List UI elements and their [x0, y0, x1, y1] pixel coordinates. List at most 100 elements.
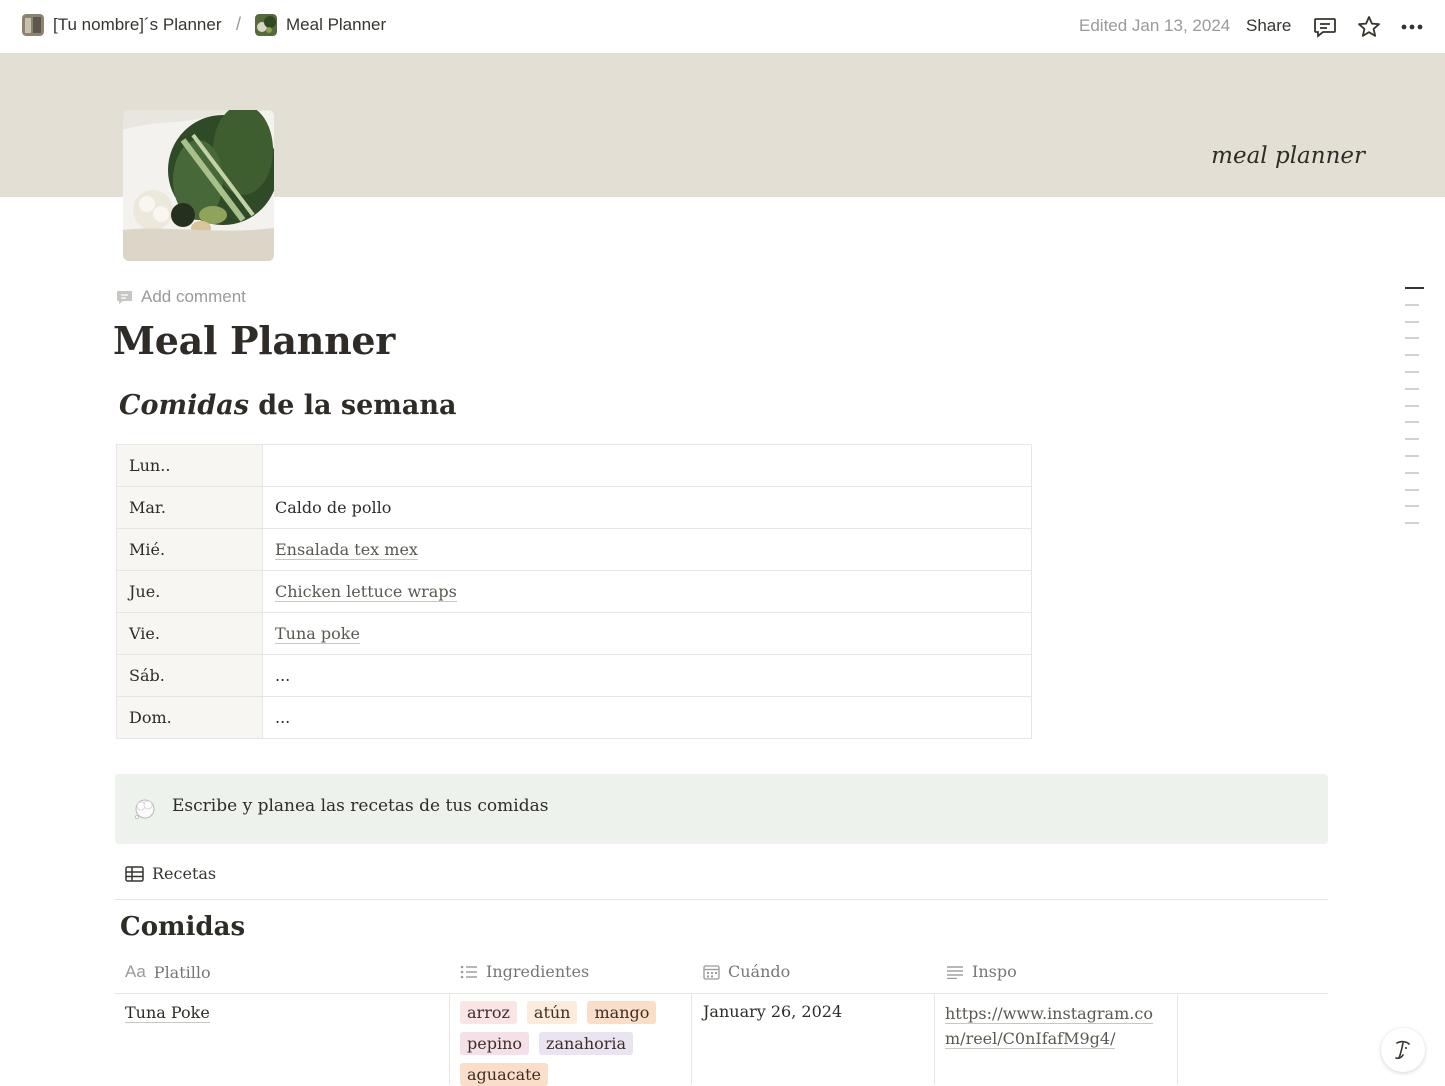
meal-link[interactable]: Chicken lettuce wraps — [275, 582, 457, 602]
ingredient-tag: atún — [526, 1001, 578, 1024]
page-title[interactable]: Meal Planner — [113, 318, 395, 363]
table-row: Mar. Caldo de pollo — [116, 486, 1032, 529]
outline-marker[interactable] — [1405, 522, 1419, 525]
table-row: Jue. Chicken lettuce wraps — [116, 570, 1032, 613]
meal-link[interactable]: Ensalada tex mex — [275, 540, 418, 560]
workspace-thumbnail-icon — [22, 14, 44, 36]
breadcrumb-current[interactable]: Meal Planner — [255, 14, 386, 36]
table-row: Dom. ... — [116, 696, 1032, 739]
outline-marker[interactable] — [1405, 303, 1419, 306]
database-title[interactable]: Comidas — [120, 912, 245, 942]
veggie-thumbnail-icon — [255, 14, 277, 36]
meal-cell[interactable]: Tuna poke — [262, 612, 1032, 655]
outline-marker[interactable] — [1405, 354, 1419, 357]
topbar: [Tu nombre]´s Planner / Meal Planner Edi… — [0, 0, 1445, 53]
column-divider — [1177, 994, 1178, 1085]
ai-face-icon — [1395, 1040, 1410, 1060]
table-row: Lun.. — [116, 444, 1032, 487]
outline-marker[interactable] — [1405, 287, 1424, 289]
ingredient-tag: zanahoria — [539, 1032, 634, 1055]
more-icon[interactable] — [1399, 14, 1425, 40]
star-icon[interactable] — [1356, 14, 1382, 40]
meal-cell[interactable] — [262, 444, 1032, 487]
table-view-icon — [125, 865, 144, 882]
cuando-cell[interactable]: January 26, 2024 — [703, 1002, 842, 1021]
text-lines-icon — [947, 965, 963, 979]
callout-text: Escribe y planea las recetas de tus comi… — [172, 796, 549, 816]
callout-block[interactable]: Escribe y planea las recetas de tus comi… — [115, 774, 1328, 844]
day-cell[interactable]: Sáb. — [116, 654, 263, 697]
cover-text: meal planner — [1211, 143, 1365, 169]
week-heading-emphasis: Comidas — [119, 390, 249, 421]
divider — [115, 899, 1328, 900]
breadcrumb-separator: / — [236, 14, 242, 34]
outline-marker[interactable] — [1405, 320, 1419, 323]
comments-icon[interactable] — [1312, 14, 1338, 40]
day-cell[interactable]: Mar. — [116, 486, 263, 529]
text-property-icon: Aa — [125, 962, 146, 981]
view-tab-recetas[interactable]: Recetas — [125, 864, 216, 883]
inspo-cell[interactable]: https://www.instagram.com/reel/C0nIfafM9… — [945, 1001, 1170, 1051]
column-header-cuando[interactable]: Cuándo — [703, 962, 790, 981]
calendar-icon — [703, 964, 720, 980]
comment-icon — [117, 290, 132, 304]
ingredient-tag: arroz — [460, 1001, 517, 1024]
week-table: Lun.. Mar. Caldo de pollo Mié. Ensalada … — [116, 444, 1032, 739]
outline-marker[interactable] — [1405, 404, 1419, 407]
outline-marker[interactable] — [1405, 454, 1419, 457]
ai-assistant-button[interactable] — [1381, 1028, 1425, 1072]
column-label: Cuándo — [728, 962, 791, 981]
view-tab-label: Recetas — [152, 864, 217, 883]
thought-bubble-icon — [135, 799, 155, 819]
outline-marker[interactable] — [1405, 438, 1419, 441]
outline-marker[interactable] — [1405, 337, 1419, 340]
outline-marker[interactable] — [1405, 370, 1419, 373]
day-cell[interactable]: Lun.. — [116, 444, 263, 487]
table-of-contents-minimap[interactable] — [1405, 287, 1424, 539]
outline-marker[interactable] — [1405, 471, 1419, 474]
breadcrumb-parent[interactable]: [Tu nombre]´s Planner — [22, 14, 222, 36]
table-row: Vie. Tuna poke — [116, 612, 1032, 655]
day-cell[interactable]: Vie. — [116, 612, 263, 655]
day-cell[interactable]: Mié. — [116, 528, 263, 571]
table-row: Mié. Ensalada tex mex — [116, 528, 1032, 571]
share-button[interactable]: Share — [1246, 16, 1291, 36]
platillo-cell[interactable]: Tuna Poke — [125, 1003, 210, 1023]
column-divider — [691, 994, 692, 1085]
column-header-platillo[interactable]: Aa Platillo — [125, 962, 211, 982]
column-header-inspo[interactable]: Inspo — [946, 962, 1017, 981]
day-cell[interactable]: Jue. — [116, 570, 263, 613]
meal-cell[interactable]: ... — [262, 696, 1032, 739]
ingredient-tag: aguacate — [460, 1063, 549, 1086]
outline-marker[interactable] — [1405, 505, 1419, 508]
ingredient-tag: pepino — [460, 1032, 530, 1055]
column-label: Platillo — [153, 962, 211, 982]
breadcrumb-current-label: Meal Planner — [286, 15, 387, 34]
multi-select-icon — [460, 965, 477, 978]
table-row: Sáb. ... — [116, 654, 1032, 697]
day-cell[interactable]: Dom. — [116, 696, 263, 739]
add-comment-label: Add comment — [141, 287, 246, 306]
meal-link[interactable]: Tuna poke — [275, 624, 360, 644]
inspo-link[interactable]: https://www.instagram.com/reel/C0nIfafM9… — [945, 1004, 1153, 1049]
platillo-title[interactable]: Tuna Poke — [125, 1003, 210, 1023]
breadcrumb-parent-label: [Tu nombre]´s Planner — [53, 15, 222, 34]
meal-cell[interactable]: Caldo de pollo — [262, 486, 1032, 529]
page-icon-image[interactable] — [123, 110, 274, 261]
week-heading-rest: de la semana — [248, 390, 457, 421]
column-divider — [449, 994, 450, 1085]
column-header-ingredientes[interactable]: Ingredientes — [460, 962, 589, 981]
meal-cell[interactable]: Chicken lettuce wraps — [262, 570, 1032, 613]
week-heading[interactable]: Comidas de la semana — [119, 390, 456, 421]
header-divider — [115, 993, 1328, 994]
ingredientes-cell[interactable]: arroz atún mango pepino zanahoria aguaca… — [460, 1001, 680, 1086]
outline-marker[interactable] — [1405, 488, 1419, 491]
meal-cell[interactable]: Ensalada tex mex — [262, 528, 1032, 571]
column-divider — [934, 994, 935, 1085]
column-label: Inspo — [972, 962, 1017, 981]
outline-marker[interactable] — [1405, 387, 1419, 390]
meal-cell[interactable]: ... — [262, 654, 1032, 697]
outline-marker[interactable] — [1405, 421, 1419, 424]
add-comment-button[interactable]: Add comment — [116, 287, 246, 307]
ingredient-tag: mango — [587, 1001, 657, 1024]
